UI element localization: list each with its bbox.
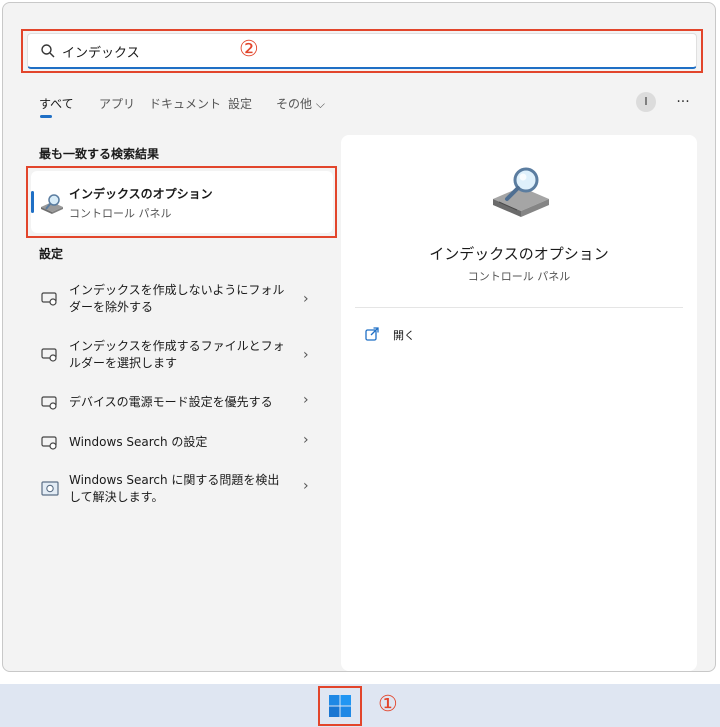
setting-item-select-files[interactable]: インデックスを作成するファイルとフォルダーを選択します › [31, 335, 333, 375]
setting-item-label: Windows Search に関する問題を検出して解決します。 [69, 473, 280, 504]
active-tab-indicator [40, 115, 52, 118]
chevron-right-icon: › [303, 432, 309, 448]
setting-item-exclude-folders[interactable]: インデックスを作成しないようにフォルダーを除外する › [31, 279, 333, 319]
more-options-button[interactable]: ··· [671, 92, 695, 112]
setting-item-windows-search[interactable]: Windows Search の設定 › [31, 423, 333, 463]
taskbar: ① [0, 684, 720, 727]
indexing-options-large-icon [493, 167, 549, 217]
result-detail-pane: インデックスのオプション コントロール パネル 開く [341, 135, 697, 671]
windows-start-icon[interactable] [323, 689, 357, 723]
open-external-icon [365, 327, 379, 341]
annotation-number-one: ① [378, 692, 398, 717]
settings-app-icon [41, 348, 57, 362]
setting-item-label: デバイスの電源モード設定を優先する [69, 395, 273, 409]
best-match-result[interactable]: インデックスのオプション コントロール パネル [31, 171, 333, 233]
chevron-right-icon: › [303, 347, 309, 363]
selection-indicator [31, 191, 34, 213]
search-input[interactable]: インデックス [27, 33, 697, 69]
best-match-heading: 最も一致する検索結果 [39, 147, 160, 161]
search-query: インデックス [62, 46, 140, 61]
setting-item-troubleshoot[interactable]: Windows Search に関する問題を検出して解決します。 › [31, 469, 333, 509]
user-avatar[interactable]: I [636, 92, 656, 112]
settings-app-icon [41, 396, 57, 410]
settings-app-icon [41, 292, 57, 306]
chevron-right-icon: › [303, 392, 309, 408]
setting-item-label: インデックスを作成するファイルとフォルダーを選択します [69, 339, 285, 370]
setting-item-label: Windows Search の設定 [69, 435, 208, 449]
settings-heading: 設定 [39, 247, 64, 261]
best-match-subtitle: コントロール パネル [69, 207, 172, 220]
detail-divider [355, 307, 683, 308]
best-match-title: インデックスのオプション [69, 187, 213, 201]
open-label: 開く [393, 329, 415, 342]
tab-all[interactable]: すべて [39, 95, 74, 112]
tab-settings[interactable]: 設定 [228, 95, 252, 112]
tab-more[interactable]: その他 ⌵ [276, 95, 325, 112]
annotation-number-two: ② [239, 37, 259, 62]
setting-item-power-mode[interactable]: デバイスの電源モード設定を優先する › [31, 383, 333, 423]
chevron-right-icon: › [303, 291, 309, 307]
search-icon [41, 44, 55, 58]
indexing-options-icon [41, 194, 63, 214]
start-search-panel: インデックス ② すべて アプリ ドキュメント 設定 その他 ⌵ I ··· 最… [2, 2, 716, 672]
settings-app-icon [41, 436, 57, 450]
tab-documents[interactable]: ドキュメント [149, 95, 221, 112]
detail-subtitle: コントロール パネル [467, 270, 571, 283]
troubleshooter-icon [41, 481, 59, 496]
chevron-right-icon: › [303, 478, 309, 494]
tab-apps[interactable]: アプリ [99, 95, 135, 112]
setting-item-label: インデックスを作成しないようにフォルダーを除外する [69, 283, 285, 314]
detail-title: インデックスのオプション [429, 245, 609, 263]
